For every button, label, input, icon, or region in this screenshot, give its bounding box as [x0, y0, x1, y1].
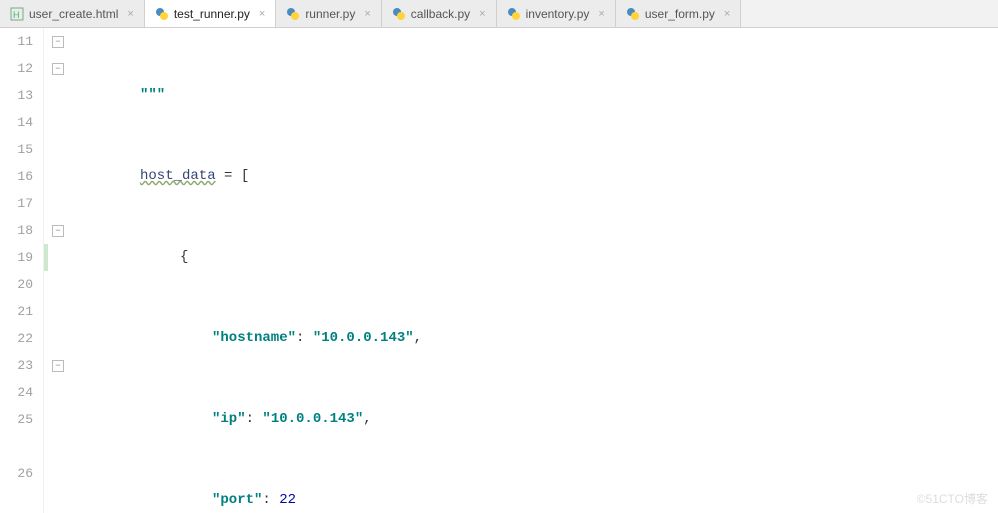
- code-text: ,: [414, 330, 422, 346]
- close-icon[interactable]: ×: [479, 8, 485, 20]
- line-number: 15: [0, 136, 33, 163]
- line-number: 12: [0, 55, 33, 82]
- fold-column: − − − −: [50, 28, 68, 513]
- close-icon[interactable]: ×: [364, 8, 370, 20]
- code-text: :: [246, 411, 263, 427]
- line-number: 23: [0, 352, 33, 379]
- line-number: 26: [0, 460, 33, 487]
- line-number: [0, 433, 33, 460]
- line-number: 19: [0, 244, 33, 271]
- tab-label: user_create.html: [29, 7, 118, 21]
- close-icon[interactable]: ×: [724, 8, 730, 20]
- tab-label: user_form.py: [645, 7, 715, 21]
- tab-callback-py[interactable]: callback.py ×: [382, 0, 497, 27]
- line-number: 20: [0, 271, 33, 298]
- python-file-icon: [286, 7, 300, 21]
- line-number: 14: [0, 109, 33, 136]
- python-file-icon: [626, 7, 640, 21]
- tab-user-form-py[interactable]: user_form.py ×: [616, 0, 741, 27]
- code-area[interactable]: """ host_data = [ { "hostname": "10.0.0.…: [68, 28, 998, 513]
- line-number: 24: [0, 379, 33, 406]
- line-number: 22: [0, 325, 33, 352]
- line-number: 25: [0, 406, 33, 433]
- tab-label: runner.py: [305, 7, 355, 21]
- code-text: ,: [363, 411, 371, 427]
- change-marker: [44, 244, 48, 271]
- code-text: 22: [279, 492, 296, 508]
- code-text: "ip": [212, 411, 246, 427]
- tab-test-runner-py[interactable]: test_runner.py ×: [145, 0, 277, 27]
- python-file-icon: [155, 7, 169, 21]
- code-text: "10.0.0.143": [262, 411, 363, 427]
- fold-collapse-icon[interactable]: −: [52, 360, 64, 372]
- tab-user-create-html[interactable]: H user_create.html ×: [0, 0, 145, 27]
- tab-label: test_runner.py: [174, 7, 250, 21]
- code-text: :: [262, 492, 279, 508]
- line-number-gutter: 11 12 13 14 15 16 17 18 19 20 21 22 23 2…: [0, 28, 44, 513]
- python-file-icon: [392, 7, 406, 21]
- line-number: 18: [0, 217, 33, 244]
- line-number: 16: [0, 163, 33, 190]
- close-icon[interactable]: ×: [259, 8, 265, 20]
- tab-label: inventory.py: [526, 7, 590, 21]
- tab-inventory-py[interactable]: inventory.py ×: [497, 0, 616, 27]
- code-text: host_data: [140, 168, 216, 184]
- line-number: 11: [0, 28, 33, 55]
- fold-collapse-icon[interactable]: −: [52, 225, 64, 237]
- tab-runner-py[interactable]: runner.py ×: [276, 0, 381, 27]
- python-file-icon: [507, 7, 521, 21]
- line-number: 17: [0, 190, 33, 217]
- html-file-icon: H: [10, 7, 24, 21]
- code-text: "10.0.0.143": [313, 330, 414, 346]
- code-text: "port": [212, 492, 262, 508]
- code-text: """: [140, 87, 165, 103]
- fold-collapse-icon[interactable]: −: [52, 63, 64, 75]
- code-text: "hostname": [212, 330, 296, 346]
- close-icon[interactable]: ×: [598, 8, 604, 20]
- watermark: ©51CTO博客: [917, 490, 988, 507]
- code-text: :: [296, 330, 313, 346]
- tab-label: callback.py: [411, 7, 470, 21]
- line-number: 13: [0, 82, 33, 109]
- close-icon[interactable]: ×: [127, 8, 133, 20]
- editor-tabs: H user_create.html × test_runner.py × ru…: [0, 0, 998, 28]
- code-editor[interactable]: 11 12 13 14 15 16 17 18 19 20 21 22 23 2…: [0, 28, 998, 513]
- svg-text:H: H: [13, 10, 20, 20]
- code-text: {: [180, 249, 188, 265]
- fold-collapse-icon[interactable]: −: [52, 36, 64, 48]
- line-number: 21: [0, 298, 33, 325]
- code-text: = [: [216, 168, 250, 184]
